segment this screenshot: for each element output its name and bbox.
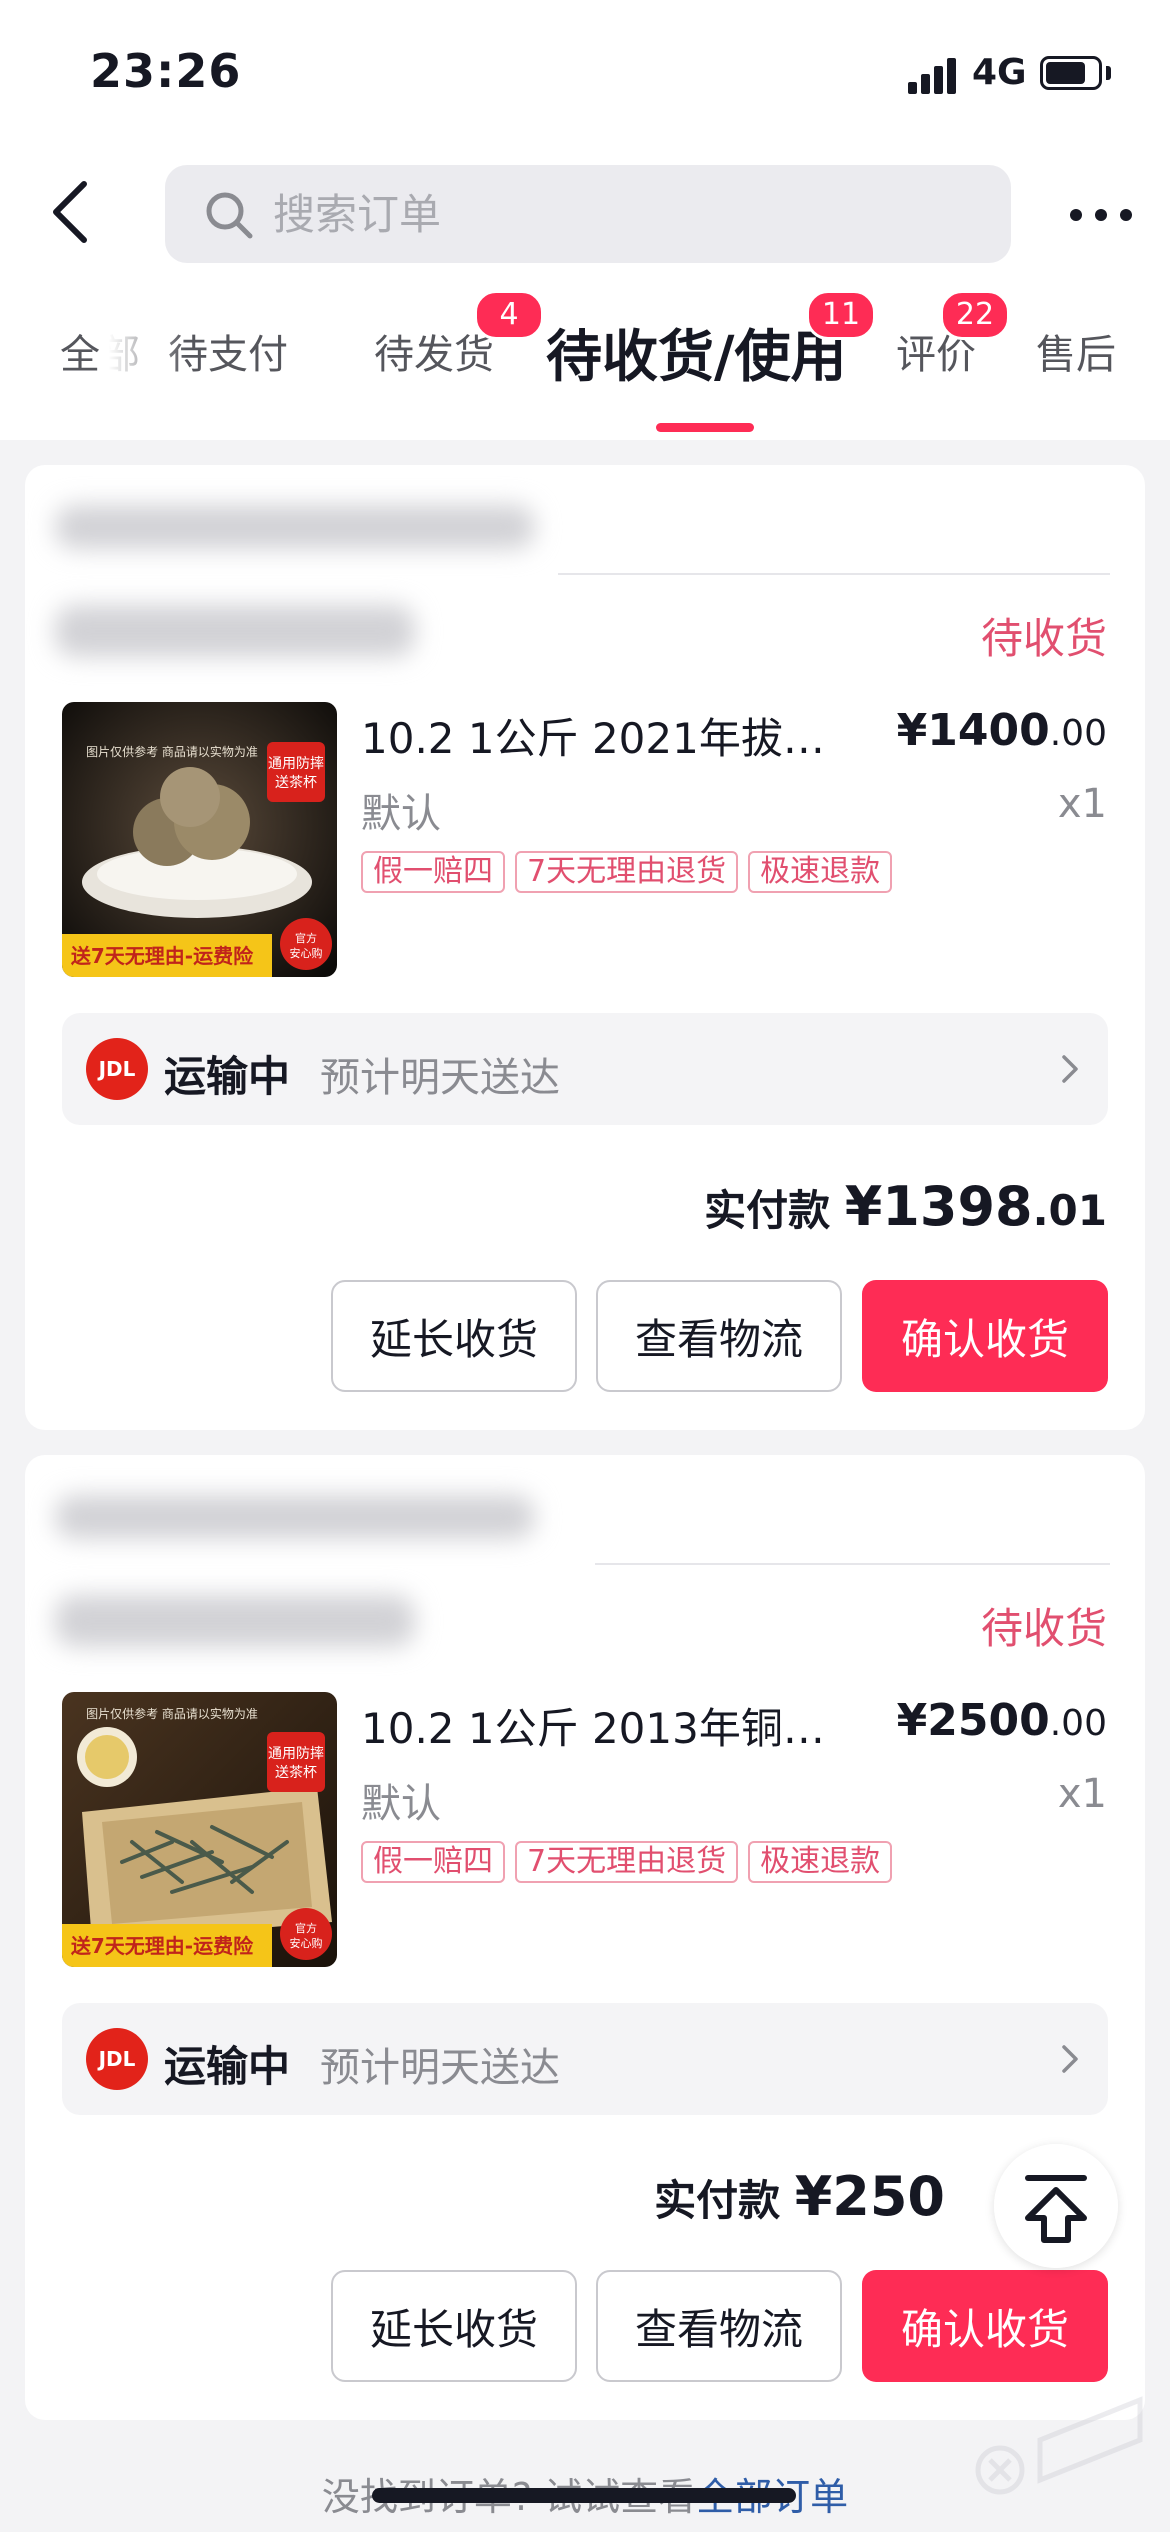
shop-name-blurred bbox=[55, 505, 535, 549]
thumb-caption: 图片仅供参考 商品请以实物为准 bbox=[86, 744, 258, 759]
shop-name-blurred bbox=[55, 1495, 535, 1539]
back-button[interactable] bbox=[40, 170, 104, 254]
product-image: 通用防摔 送茶杯 图片仅供参考 商品请以实物为准 送7天无理由-运费险 官方 安… bbox=[62, 1692, 337, 1967]
chevron-right-icon bbox=[1062, 1055, 1078, 1083]
paid-label: 实付款 bbox=[654, 2176, 781, 2225]
thumb-banner: 送7天无理由-运费险 bbox=[71, 1934, 254, 1958]
battery-tip bbox=[1106, 66, 1111, 80]
product-thumbnail[interactable]: 通用防摔 送茶杯 图片仅供参考 商品请以实物为准 送7天无理由-运费险 官方 安… bbox=[62, 702, 337, 977]
thumb-seal-1: 官方 bbox=[295, 1921, 317, 1935]
shipping-status: 运输中 bbox=[164, 1052, 291, 1101]
tag-fake-compensation: 假一赔四 bbox=[361, 851, 505, 893]
active-tab-indicator bbox=[656, 423, 754, 432]
view-logistics-button[interactable]: 查看物流 bbox=[596, 2270, 842, 2382]
price-integer: ¥1400 bbox=[896, 705, 1050, 756]
order-tabs: 全部 待支付 待发货 4 待收货/使用 11 评价 22 售后 bbox=[0, 290, 1170, 440]
price-integer: ¥2500 bbox=[896, 1695, 1050, 1746]
product-price: ¥2500.00 bbox=[897, 1695, 1107, 1746]
tab-badge-pending-receipt: 11 bbox=[806, 290, 876, 340]
thumb-seal-1: 官方 bbox=[295, 931, 317, 945]
thumb-banner: 送7天无理由-运费险 bbox=[71, 944, 254, 968]
paid-cents: .01 bbox=[1032, 1186, 1107, 1235]
product-quantity: x1 bbox=[1057, 1771, 1107, 1817]
search-bar[interactable] bbox=[165, 165, 1011, 263]
shop-divider bbox=[558, 573, 1110, 575]
tab-badge-review: 22 bbox=[940, 290, 1010, 340]
tab-pending-payment[interactable]: 待支付 bbox=[168, 322, 288, 380]
product-spec: 默认 bbox=[361, 1781, 441, 1827]
product-image: 通用防摔 送茶杯 图片仅供参考 商品请以实物为准 送7天无理由-运费险 官方 安… bbox=[62, 702, 337, 977]
paid-label: 实付款 bbox=[704, 1186, 831, 1235]
chevron-left-icon bbox=[53, 181, 87, 243]
tab-scroll-fade bbox=[100, 290, 186, 410]
shop-info-blurred bbox=[55, 605, 415, 657]
product-thumbnail[interactable]: 通用防摔 送茶杯 图片仅供参考 商品请以实物为准 送7天无理由-运费险 官方 安… bbox=[62, 1692, 337, 1967]
tab-badge-pending-shipment: 4 bbox=[474, 290, 544, 340]
thumb-seal-2: 安心购 bbox=[290, 946, 323, 960]
paid-amount: 实付款 ¥250 bbox=[654, 2165, 945, 2228]
order-card: 待收货 通用防摔 送茶杯 图片仅供参考 商品请以实物为准 送7天无理由-运费险 … bbox=[25, 1455, 1145, 2420]
product-spec: 默认 bbox=[361, 791, 441, 837]
product-name[interactable]: 10.2 1公斤 2021年拔… bbox=[361, 705, 861, 766]
paid-amount: 实付款 ¥1398.01 bbox=[704, 1175, 1107, 1238]
battery-icon bbox=[1040, 56, 1102, 90]
tag-fake-compensation: 假一赔四 bbox=[361, 1841, 505, 1883]
search-icon bbox=[206, 192, 253, 239]
signal-icon bbox=[908, 56, 958, 94]
tab-pending-receipt[interactable]: 待收货/使用 bbox=[546, 312, 846, 393]
paid-value: ¥1398 bbox=[844, 1175, 1033, 1238]
logistics-row[interactable]: JDL 运输中 预计明天送达 bbox=[62, 1013, 1108, 1125]
confirm-receipt-button[interactable]: 确认收货 bbox=[862, 1280, 1108, 1392]
tag-7day-return: 7天无理由退货 bbox=[515, 851, 739, 893]
thumb-caption: 图片仅供参考 商品请以实物为准 bbox=[86, 1706, 258, 1721]
tab-after-sales[interactable]: 售后 bbox=[1036, 322, 1116, 380]
search-input[interactable] bbox=[273, 165, 973, 263]
price-decimal: .00 bbox=[1049, 713, 1107, 754]
chevron-right-icon bbox=[1062, 2045, 1078, 2073]
jd-logistics-icon: JDL bbox=[86, 1038, 148, 1100]
extend-receipt-button[interactable]: 延长收货 bbox=[331, 1280, 577, 1392]
service-tags: 假一赔四 7天无理由退货 极速退款 bbox=[361, 1841, 902, 1883]
view-logistics-button[interactable]: 查看物流 bbox=[596, 1280, 842, 1392]
status-time: 23:26 bbox=[90, 44, 242, 98]
arrow-up-icon bbox=[1025, 2175, 1087, 2243]
more-options-button[interactable] bbox=[1066, 198, 1136, 232]
logistics-row[interactable]: JDL 运输中 预计明天送达 bbox=[62, 2003, 1108, 2115]
thumb-stamp-1: 通用防摔 bbox=[268, 755, 324, 772]
thumb-stamp-2: 送茶杯 bbox=[275, 775, 317, 791]
product-quantity: x1 bbox=[1057, 781, 1107, 827]
tab-pending-shipment[interactable]: 待发货 bbox=[374, 322, 494, 380]
shop-info-blurred bbox=[55, 1595, 415, 1647]
thumb-stamp-1: 通用防摔 bbox=[268, 1745, 324, 1762]
jd-logistics-icon: JDL bbox=[86, 2028, 148, 2090]
order-status: 待收货 bbox=[980, 1604, 1107, 1653]
thumb-seal-2: 安心购 bbox=[290, 1936, 323, 1950]
tag-7day-return: 7天无理由退货 bbox=[515, 1841, 739, 1883]
product-name[interactable]: 10.2 1公斤 2013年铜… bbox=[361, 1695, 861, 1756]
order-status: 待收货 bbox=[980, 614, 1107, 663]
thumb-stamp-2: 送茶杯 bbox=[275, 1765, 317, 1781]
tag-fast-refund: 极速退款 bbox=[748, 1841, 893, 1883]
price-decimal: .00 bbox=[1049, 1703, 1107, 1744]
product-price: ¥1400.00 bbox=[897, 705, 1107, 756]
delivery-eta: 预计明天送达 bbox=[320, 2045, 560, 2091]
tag-fast-refund: 极速退款 bbox=[748, 851, 893, 893]
watermark-logo bbox=[960, 2380, 1160, 2510]
status-bar: 23:26 4G bbox=[0, 0, 1170, 150]
delivery-eta: 预计明天送达 bbox=[320, 1055, 560, 1101]
extend-receipt-button[interactable]: 延长收货 bbox=[331, 2270, 577, 2382]
shipping-status: 运输中 bbox=[164, 2042, 291, 2091]
network-type: 4G bbox=[972, 52, 1027, 93]
home-indicator bbox=[372, 2488, 796, 2503]
service-tags: 假一赔四 7天无理由退货 极速退款 bbox=[361, 851, 902, 893]
paid-value: ¥250 bbox=[794, 2165, 945, 2228]
scroll-to-top-button[interactable] bbox=[994, 2144, 1118, 2268]
order-card: 待收货 通用防摔 送茶杯 图片仅供参考 商品请以实物为准 送7天无理由-运费险 … bbox=[25, 465, 1145, 1430]
shop-divider bbox=[595, 1563, 1110, 1565]
confirm-receipt-button[interactable]: 确认收货 bbox=[862, 2270, 1108, 2382]
